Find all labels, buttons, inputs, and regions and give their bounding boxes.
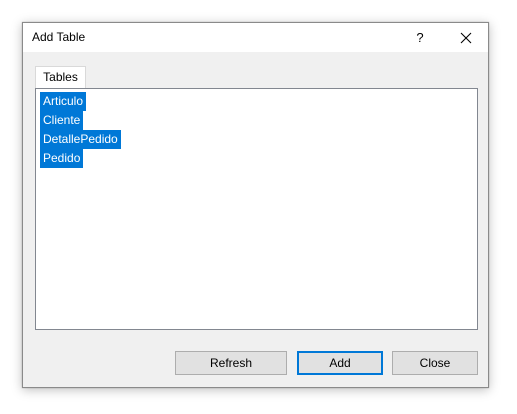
add-table-dialog: Add Table ? Tables Articulo Cliente Deta…: [22, 22, 489, 388]
refresh-button[interactable]: Refresh: [175, 351, 287, 375]
list-item-articulo[interactable]: Articulo: [40, 92, 87, 111]
help-icon: ?: [416, 30, 424, 45]
dialog-title: Add Table: [32, 30, 86, 44]
list-item-pedido[interactable]: Pedido: [40, 149, 84, 168]
list-item-detallepedido[interactable]: DetallePedido: [40, 130, 121, 149]
list-item-cliente[interactable]: Cliente: [40, 111, 84, 130]
help-button[interactable]: ?: [398, 23, 442, 52]
tab-tables[interactable]: Tables: [35, 66, 86, 88]
close-icon: [460, 32, 472, 43]
title-bar: Add Table ?: [23, 23, 488, 52]
close-button[interactable]: Close: [392, 351, 478, 375]
title-close-button[interactable]: [444, 23, 488, 52]
add-button[interactable]: Add: [297, 351, 383, 375]
tables-listbox[interactable]: Articulo Cliente DetallePedido Pedido: [35, 88, 478, 330]
